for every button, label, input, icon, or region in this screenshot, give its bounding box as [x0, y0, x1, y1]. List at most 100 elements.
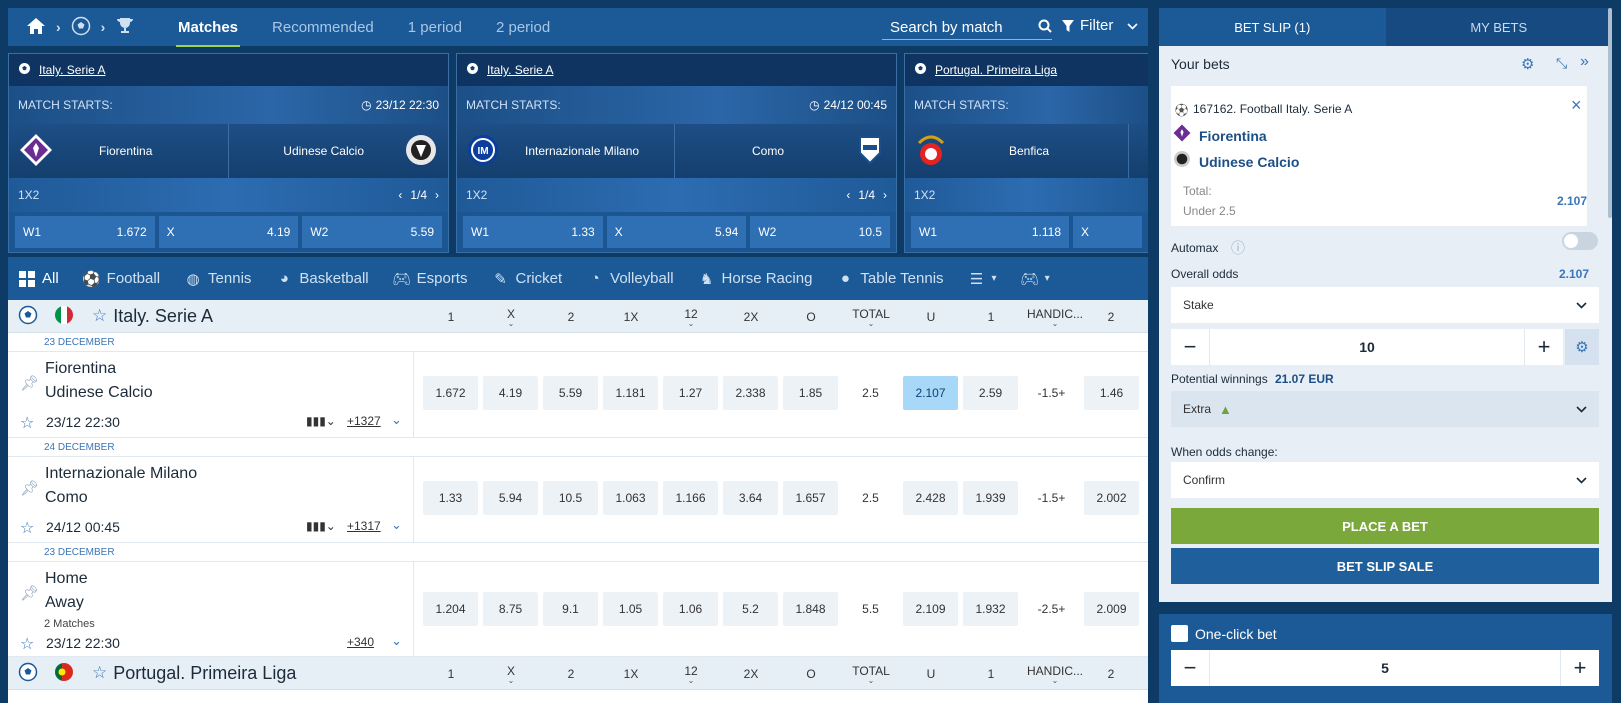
odd-cell[interactable]: 1.848	[783, 592, 838, 626]
stake-select[interactable]: Stake	[1171, 287, 1599, 323]
more-markets-link[interactable]: +1327	[347, 414, 381, 428]
odd-cell[interactable]: 1.85	[783, 376, 838, 410]
col-header[interactable]: HANDIC... ⌄	[1021, 300, 1089, 333]
odd-button[interactable]: W1 1.33	[463, 216, 603, 248]
favorite-star-icon[interactable]: ☆	[20, 413, 34, 433]
home-icon[interactable]	[26, 17, 46, 38]
tab-bet-slip[interactable]: BET SLIP (1)	[1159, 8, 1386, 46]
chevron-left-icon[interactable]: ‹	[398, 188, 402, 202]
odd-cell[interactable]: 1.46	[1084, 376, 1139, 410]
odd-cell[interactable]: 1.672	[423, 376, 478, 410]
sport-tab-horse-racing[interactable]: ♞ Horse Racing	[698, 270, 813, 288]
stake-settings-icon[interactable]: ⚙	[1565, 329, 1599, 365]
market-pager[interactable]: ‹ 1/4 ›	[398, 188, 439, 202]
settings-gear-icon[interactable]: ⚙	[1521, 55, 1534, 73]
col-header[interactable]: 12 ⌄	[661, 300, 721, 333]
match-card[interactable]: Portugal. Primeira Liga MATCH STARTS: Be…	[904, 53, 1148, 253]
sport-tab-all[interactable]: All	[18, 270, 59, 288]
table-row[interactable]: 📌︎ Fiorentina Udinese Calcio ☆ 23/12 22:…	[8, 352, 1148, 438]
league-name[interactable]: Portugal. Primeira Liga	[113, 663, 296, 684]
one-click-stepper[interactable]: − 5 +	[1171, 650, 1599, 686]
team-home[interactable]: Fiorentina	[45, 360, 116, 378]
col-header[interactable]: X ⌄	[481, 657, 541, 690]
odd-cell-selected[interactable]: 2.107	[903, 376, 958, 410]
odd-cell[interactable]: 5.94	[483, 481, 538, 515]
chevron-right-icon[interactable]: ›	[435, 188, 439, 202]
chevron-down-icon[interactable]: ⌄	[391, 517, 402, 533]
card-league-name[interactable]: Portugal. Primeira Liga	[935, 63, 1057, 77]
sport-tab-esports[interactable]: 🎮︎ Esports	[392, 270, 467, 288]
extra-select[interactable]: Extra ▲	[1171, 391, 1599, 427]
search-input[interactable]: Search by match	[882, 16, 1052, 40]
football-icon[interactable]	[71, 16, 91, 39]
chevron-left-icon[interactable]: ‹	[846, 188, 850, 202]
odd-cell[interactable]: 4.19	[483, 376, 538, 410]
games-menu[interactable]: 🎮︎ ▾	[1020, 270, 1050, 288]
team-away[interactable]: Away	[45, 594, 84, 612]
odd-cell[interactable]: 5.59	[543, 376, 598, 410]
odd-cell[interactable]: 3.64	[723, 481, 778, 515]
favorite-star-icon[interactable]: ☆	[20, 518, 34, 538]
col-header[interactable]: TOTAL ⌄	[841, 300, 901, 333]
match-card[interactable]: Italy. Serie A MATCH STARTS: ◷ 23/12 22:3…	[8, 53, 449, 253]
odds-change-select[interactable]: Confirm	[1171, 462, 1599, 498]
filter-button[interactable]: Filter	[1062, 17, 1138, 34]
odd-cell[interactable]: 1.06	[663, 592, 718, 626]
stake-input[interactable]: 10	[1209, 329, 1525, 365]
double-chevron-right-icon[interactable]: »	[1580, 53, 1589, 71]
col-header[interactable]: HANDIC... ⌄	[1021, 657, 1089, 690]
odd-cell[interactable]: 2.59	[963, 376, 1018, 410]
market-pager[interactable]: ‹ 1/4 ›	[846, 188, 887, 202]
chevron-down-icon[interactable]: ⌄	[391, 412, 402, 428]
team-home[interactable]: Internazionale Milano	[45, 465, 197, 483]
close-icon[interactable]: ×	[1571, 95, 1582, 116]
chevron-right-icon[interactable]: ›	[883, 188, 887, 202]
plus-button[interactable]: +	[1525, 329, 1563, 365]
odd-button[interactable]: X 5.94	[606, 216, 747, 248]
col-header[interactable]: X ⌄	[481, 300, 541, 333]
statistics-icon[interactable]: ▮▮▮⌄	[306, 414, 336, 428]
team-away[interactable]: Udinese Calcio	[45, 384, 153, 402]
odd-cell[interactable]: 8.75	[483, 592, 538, 626]
pin-icon[interactable]: 📌︎	[20, 479, 39, 497]
chevron-down-icon[interactable]: ⌄	[391, 633, 402, 649]
odd-button[interactable]: W2 5.59	[302, 216, 443, 248]
col-header[interactable]: TOTAL ⌄	[841, 657, 901, 690]
sport-tab-table-tennis[interactable]: ● Table Tennis	[836, 270, 944, 288]
search-icon[interactable]	[1038, 19, 1052, 37]
odd-cell[interactable]: 1.204	[423, 592, 478, 626]
statistics-icon[interactable]: ▮▮▮⌄	[306, 519, 336, 533]
card-league[interactable]: Italy. Serie A	[9, 54, 448, 86]
sport-tab-basketball[interactable]: ◕ Basketball	[275, 270, 369, 288]
odd-cell[interactable]: 1.939	[963, 481, 1018, 515]
favorite-star-icon[interactable]: ☆	[20, 634, 34, 654]
more-markets-link[interactable]: +1317	[347, 519, 381, 533]
card-league-name[interactable]: Italy. Serie A	[487, 63, 553, 77]
odd-cell[interactable]: 2.002	[1084, 481, 1139, 515]
card-league[interactable]: Italy. Serie A	[457, 54, 896, 86]
info-icon[interactable]: ⓘ	[1231, 238, 1245, 258]
slip-scrollbar[interactable]	[1608, 8, 1612, 218]
table-row[interactable]: 📌︎ Internazionale Milano Como ☆ 24/12 00…	[8, 457, 1148, 543]
tab-matches[interactable]: Matches	[175, 19, 241, 47]
minus-button[interactable]: −	[1171, 650, 1209, 686]
one-click-checkbox[interactable]	[1171, 625, 1188, 642]
odd-cell[interactable]: 1.063	[603, 481, 658, 515]
minus-button[interactable]: −	[1171, 329, 1209, 365]
odd-cell[interactable]: 10.5	[543, 481, 598, 515]
bet-slip-sale-button[interactable]: BET SLIP SALE	[1171, 548, 1599, 584]
tab-1-period[interactable]: 1 period	[408, 19, 462, 36]
sport-tab-volleyball[interactable]: ◔ Volleyball	[586, 270, 674, 288]
odd-cell[interactable]: 1.181	[603, 376, 658, 410]
col-header[interactable]: 12 ⌄	[661, 657, 721, 690]
plus-button[interactable]: +	[1561, 650, 1599, 686]
more-sports-menu[interactable]: ☰ ▾	[968, 270, 997, 288]
odd-cell[interactable]: 1.932	[963, 592, 1018, 626]
tab-recommended[interactable]: Recommended	[272, 19, 374, 36]
odd-cell[interactable]: 2.109	[903, 592, 958, 626]
odd-cell[interactable]: 1.27	[663, 376, 718, 410]
odd-cell[interactable]: 1.657	[783, 481, 838, 515]
tab-my-bets[interactable]: MY BETS	[1385, 8, 1612, 46]
league-name[interactable]: Italy. Serie A	[113, 306, 213, 327]
team-home[interactable]: Home	[45, 570, 88, 588]
